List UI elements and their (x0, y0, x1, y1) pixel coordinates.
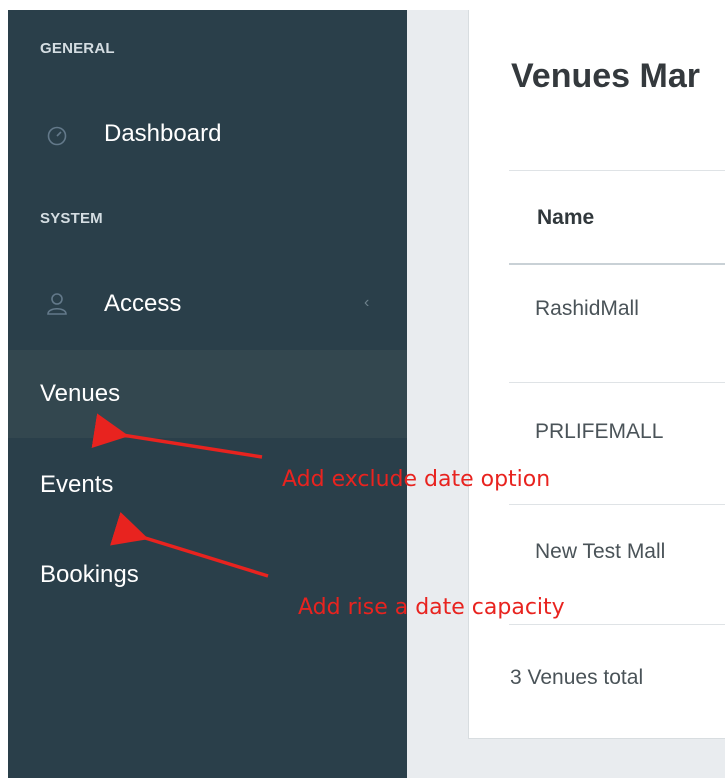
sidebar-item-venues[interactable]: Venues (8, 350, 407, 438)
sidebar-item-label: Access (104, 290, 182, 317)
column-header-name[interactable]: Name (537, 206, 594, 230)
table-row-divider (509, 382, 725, 383)
annotation-text-rise-capacity: Add rise a date capacity (298, 595, 565, 620)
sidebar-item-label: Events (40, 471, 114, 498)
table-top-divider (509, 170, 725, 171)
table-cell-venue-name[interactable]: RashidMall (535, 297, 639, 321)
sidebar-item-dashboard[interactable]: Dashboard (8, 90, 407, 178)
section-label-general: GENERAL (40, 40, 115, 57)
sidebar-item-access[interactable]: Access ‹ (8, 260, 407, 348)
table-cell-venue-name[interactable]: New Test Mall (535, 540, 665, 564)
venues-panel: Venues Mar Name RashidMall PRLIFEMALL Ne… (468, 10, 725, 739)
table-row-divider (509, 624, 725, 625)
chevron-left-icon[interactable]: ‹ (364, 294, 369, 312)
section-label-system: SYSTEM (40, 210, 103, 227)
user-icon (46, 292, 68, 315)
sidebar-item-label: Bookings (40, 561, 139, 588)
table-row-divider (509, 504, 725, 505)
page-title: Venues Mar (511, 57, 700, 95)
sidebar-item-label: Venues (40, 380, 121, 407)
sidebar-item-label: Dashboard (104, 120, 222, 147)
table-cell-venue-name[interactable]: PRLIFEMALL (535, 420, 663, 444)
dashboard-gauge-icon (46, 124, 68, 146)
screenshot-root: GENERAL Dashboard SYSTEM Access ‹ Venues… (0, 0, 725, 778)
sidebar: GENERAL Dashboard SYSTEM Access ‹ Venues… (8, 10, 407, 778)
venues-total: 3 Venues total (510, 666, 644, 689)
table-header-divider (509, 263, 725, 265)
annotation-text-exclude-date: Add exclude date option (282, 467, 551, 492)
